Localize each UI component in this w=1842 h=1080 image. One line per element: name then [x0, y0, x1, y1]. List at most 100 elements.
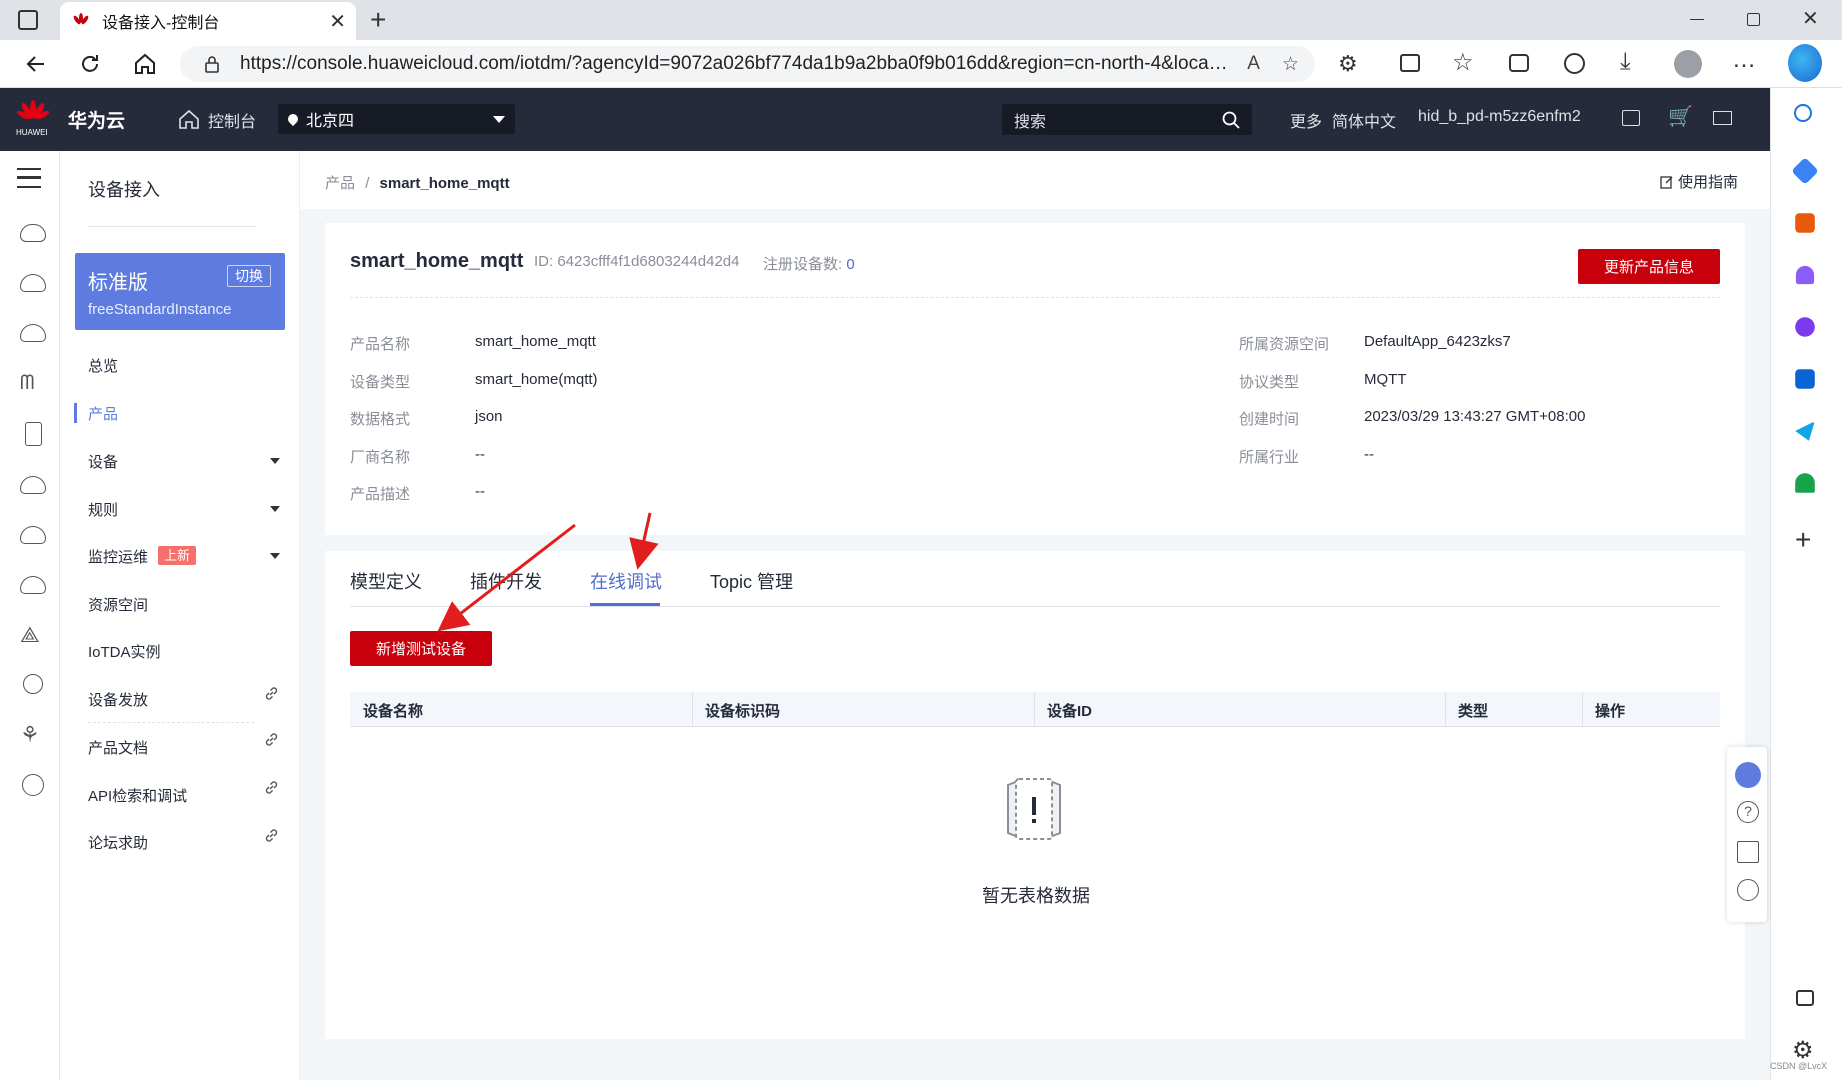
- product-id: ID: 6423cfff4f1d6803244d42d4: [534, 253, 740, 270]
- feedback-icon[interactable]: [1737, 841, 1759, 863]
- extensions-icon[interactable]: ⚙: [1338, 51, 1358, 77]
- tab-topic-management[interactable]: Topic 管理: [710, 568, 793, 594]
- games-icon[interactable]: [1795, 265, 1815, 285]
- collections-icon[interactable]: [1509, 54, 1529, 72]
- cloud-shell-icon[interactable]: [1622, 110, 1640, 126]
- field-value: smart_home_mqtt: [475, 333, 596, 350]
- search-icon[interactable]: [1222, 111, 1240, 129]
- office-icon[interactable]: [1795, 317, 1815, 337]
- sidebar-item-forum[interactable]: 论坛求助: [88, 832, 148, 853]
- tools-icon[interactable]: [1795, 213, 1815, 233]
- switch-edition-button[interactable]: 切换: [227, 265, 271, 287]
- tab-actions-icon[interactable]: [18, 10, 38, 30]
- sidebar-panel-icon[interactable]: [1796, 990, 1814, 1006]
- cart-icon[interactable]: 🛒: [1668, 104, 1693, 129]
- more-link[interactable]: 更多: [1290, 108, 1322, 132]
- close-tab-icon[interactable]: ✕: [329, 9, 346, 34]
- bing-icon[interactable]: [1788, 44, 1822, 82]
- breadcrumb-products-link[interactable]: 产品: [325, 175, 355, 192]
- field-label: 设备类型: [350, 374, 411, 391]
- home-icon[interactable]: [133, 52, 157, 76]
- read-aloud-icon[interactable]: A: [1247, 53, 1260, 75]
- sidebar-item-api-explorer[interactable]: API检索和调试: [88, 785, 187, 806]
- globe-icon[interactable]: [22, 774, 44, 796]
- favorites-icon[interactable]: ☆: [1452, 48, 1474, 77]
- sidebar-item-iotda-instance[interactable]: IoTDA实例: [88, 641, 161, 662]
- download-icon[interactable]: ⤓: [1620, 48, 1631, 76]
- outlook-icon[interactable]: [1795, 369, 1815, 389]
- history-icon[interactable]: [1564, 53, 1585, 74]
- device-icon[interactable]: [25, 422, 42, 446]
- user-name[interactable]: hid_b_pd-m5zz6enfm2: [1418, 108, 1581, 126]
- tree-icon[interactable]: [1795, 473, 1815, 493]
- new-tab-icon[interactable]: +: [370, 4, 386, 36]
- refresh-icon[interactable]: [78, 52, 102, 76]
- sidebar-item-docs[interactable]: 产品文档: [88, 737, 148, 758]
- huawei-logo-icon[interactable]: [17, 100, 49, 124]
- home-console-icon[interactable]: [178, 109, 200, 129]
- column-actions: 操作: [1595, 703, 1626, 720]
- empty-table-text: 暂无表格数据: [982, 886, 1090, 906]
- sidebar-item-devices[interactable]: 设备: [88, 451, 118, 472]
- browser-tab[interactable]: 设备接入-控制台 ✕: [60, 2, 356, 40]
- external-link-icon[interactable]: [264, 732, 279, 747]
- add-test-device-button[interactable]: 新增测试设备: [350, 631, 492, 666]
- close-window-icon[interactable]: ✕: [1802, 6, 1819, 31]
- chevron-down-icon[interactable]: [270, 553, 280, 559]
- address-bar[interactable]: https://console.huaweicloud.com/iotdm/?a…: [180, 46, 1315, 82]
- table-header: [350, 692, 1720, 727]
- sidebar-item-rules[interactable]: 规则: [88, 499, 118, 520]
- column-device-name: 设备名称: [363, 703, 424, 720]
- favorite-add-icon[interactable]: ☆: [1282, 53, 1299, 76]
- back-icon[interactable]: [24, 52, 48, 76]
- field-value: smart_home(mqtt): [475, 371, 598, 388]
- cloud-server-icon[interactable]: [20, 224, 46, 242]
- cluster-icon[interactable]: ⚘: [20, 722, 46, 748]
- console-link[interactable]: 控制台: [208, 108, 256, 132]
- split-screen-icon[interactable]: [1400, 54, 1420, 72]
- sidebar-item-overview[interactable]: 总览: [88, 355, 118, 376]
- url-text: https://console.huaweicloud.com/iotdm/?a…: [240, 53, 1230, 74]
- analytics-icon[interactable]: ᗰ: [20, 372, 46, 398]
- sidebar-item-monitoring[interactable]: 监控运维: [88, 546, 148, 567]
- external-link-icon[interactable]: [264, 828, 279, 843]
- registered-count[interactable]: 0: [846, 256, 854, 273]
- sidebar-item-provisioning[interactable]: 设备发放: [88, 689, 148, 710]
- smiley-icon[interactable]: [1737, 879, 1759, 901]
- chevron-down-icon[interactable]: [270, 458, 280, 464]
- field-value: MQTT: [1364, 371, 1407, 388]
- region-selector[interactable]: 北京四: [278, 104, 515, 134]
- hamburger-menu-icon[interactable]: [17, 168, 41, 188]
- tab-online-debug[interactable]: 在线调试: [590, 568, 662, 594]
- ip-icon[interactable]: [23, 674, 43, 694]
- help-icon[interactable]: ?: [1737, 801, 1759, 823]
- brand-name[interactable]: 华为云: [68, 106, 125, 133]
- sidebar-search-icon[interactable]: [1794, 104, 1812, 122]
- update-product-button[interactable]: 更新产品信息: [1578, 249, 1720, 284]
- customer-service-icon[interactable]: [1735, 762, 1761, 788]
- tab-model-definition[interactable]: 模型定义: [350, 568, 422, 594]
- minimize-icon[interactable]: [1690, 19, 1704, 20]
- external-link-icon[interactable]: [264, 780, 279, 795]
- column-separator: [692, 692, 693, 727]
- sidebar-item-products[interactable]: 产品: [88, 403, 118, 424]
- chevron-down-icon[interactable]: [270, 506, 280, 512]
- restore-icon[interactable]: [1747, 13, 1760, 26]
- message-icon[interactable]: [1713, 111, 1732, 125]
- column-separator: [1582, 692, 1583, 727]
- more-menu-icon[interactable]: …: [1732, 46, 1756, 74]
- tab-plugin-development[interactable]: 插件开发: [470, 568, 542, 594]
- language-link[interactable]: 简体中文: [1332, 108, 1396, 132]
- field-value: DefaultApp_6423zks7: [1364, 333, 1511, 350]
- sidebar-item-resource-space[interactable]: 资源空间: [88, 594, 148, 615]
- external-link-icon[interactable]: [264, 686, 279, 701]
- console-top-nav: HUAWEI 华为云 控制台 更多 简体中文 hid_b_pd-m5zz6enf…: [0, 88, 1770, 151]
- profile-avatar[interactable]: [1674, 50, 1702, 78]
- edit-doc-icon: [1660, 175, 1673, 189]
- sidebar-add-icon[interactable]: +: [1795, 524, 1811, 556]
- huawei-favicon-icon: [73, 13, 89, 25]
- pyramid-icon[interactable]: ⟁: [20, 622, 46, 648]
- edition-name: 标准版: [88, 272, 148, 294]
- console-search-input[interactable]: 搜索: [1002, 104, 1252, 135]
- user-guide-link[interactable]: 使用指南: [1660, 171, 1738, 192]
